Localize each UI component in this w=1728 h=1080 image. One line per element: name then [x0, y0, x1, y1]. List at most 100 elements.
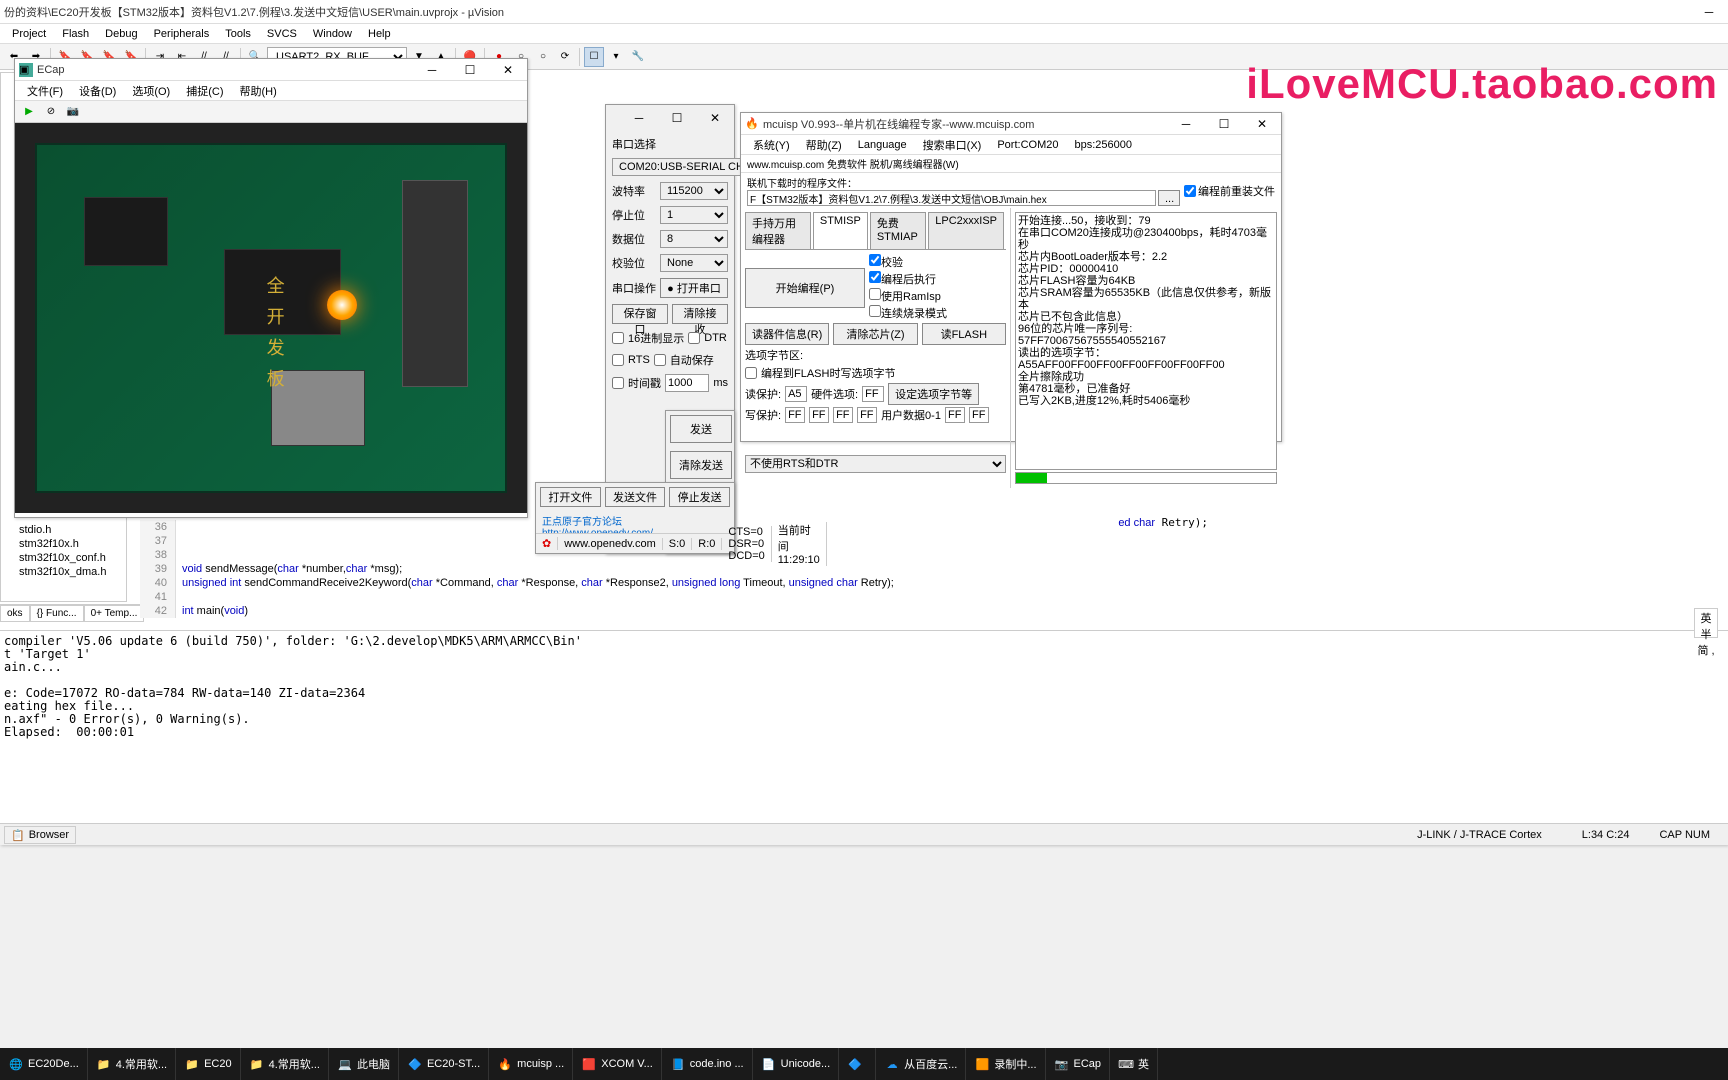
start-prog-button[interactable]: 开始编程(P) [745, 268, 865, 308]
xcom-url[interactable]: www.openedv.com [558, 538, 663, 550]
save-window-button[interactable]: 保存窗口 [612, 304, 668, 324]
ecap-menu-option[interactable]: 选项(O) [124, 81, 178, 101]
ud0[interactable] [945, 407, 965, 423]
taskbar-item-4[interactable]: 💻此电脑 [329, 1048, 399, 1080]
mcuisp-menu-sys[interactable]: 系统(Y) [745, 135, 798, 155]
runafter-checkbox[interactable] [869, 271, 881, 283]
mcuisp-close[interactable]: ✕ [1247, 115, 1277, 133]
build-output[interactable]: compiler 'V5.06 update 6 (build 750)', f… [0, 630, 1728, 825]
tab-stmiap[interactable]: 免费STMIAP [870, 212, 926, 249]
taskbar-item-11[interactable]: ☁从百度云... [876, 1048, 966, 1080]
ecap-menu-file[interactable]: 文件(F) [19, 81, 71, 101]
tab-stmisp[interactable]: STMISP [813, 212, 868, 249]
hw-input[interactable] [862, 386, 884, 402]
xcom-close[interactable]: ✕ [700, 109, 730, 127]
tab-lpc[interactable]: LPC2xxxISP [928, 212, 1004, 249]
xcom-max[interactable]: ☐ [662, 109, 692, 127]
ecap-menu-capture[interactable]: 捕捉(C) [178, 81, 231, 101]
menu-svcs[interactable]: SVCS [259, 26, 305, 42]
taskbar-item-13[interactable]: 📷ECap [1046, 1048, 1111, 1080]
setopt-button[interactable]: 设定选项字节等 [888, 383, 979, 405]
mcuisp-menu-lang[interactable]: Language [850, 137, 915, 153]
menu-peripherals[interactable]: Peripherals [146, 26, 218, 42]
verify-checkbox[interactable] [869, 254, 881, 266]
readflash-button[interactable]: 读FLASH [922, 323, 1006, 345]
ts-checkbox[interactable] [612, 377, 624, 389]
wp2[interactable] [833, 407, 853, 423]
menu-help[interactable]: Help [360, 26, 399, 42]
view2-icon[interactable]: ▾ [606, 47, 626, 67]
tree-dma[interactable]: stm32f10x_dma.h [1, 565, 126, 579]
reload-checkbox[interactable] [1184, 185, 1196, 197]
tab-temp[interactable]: 0+ Temp... [84, 605, 145, 622]
taskbar-item-3[interactable]: 📁4.常用软... [241, 1048, 329, 1080]
stop-send-button[interactable]: 停止发送 [669, 487, 730, 507]
reset-icon[interactable]: ○ [533, 47, 553, 67]
ts-input[interactable] [665, 374, 709, 392]
mcuisp-min[interactable]: ─ [1171, 115, 1201, 133]
browse-button[interactable]: ... [1158, 190, 1180, 206]
baud-select[interactable]: 115200 [660, 182, 728, 200]
wp1[interactable] [809, 407, 829, 423]
step-icon[interactable]: ⟳ [555, 47, 575, 67]
taskbar-item-6[interactable]: 🔥mcuisp ... [489, 1048, 573, 1080]
ime-indicator[interactable]: 英 半 简 , [1694, 608, 1718, 638]
hex-checkbox[interactable] [612, 332, 624, 344]
rp-input[interactable] [785, 386, 807, 402]
xcom-min[interactable]: ─ [624, 109, 654, 127]
menu-window[interactable]: Window [305, 26, 360, 42]
clear-send-button[interactable]: 清除发送 [670, 451, 732, 479]
ecap-max[interactable]: ☐ [455, 61, 485, 79]
taskbar-item-12[interactable]: 🟧录制中... [966, 1048, 1045, 1080]
taskbar-item-7[interactable]: 🟥XCOM V... [573, 1048, 662, 1080]
dtr-checkbox[interactable] [688, 332, 700, 344]
mcuisp-menu-search[interactable]: 搜索串口(X) [915, 135, 990, 155]
ecap-menu-help[interactable]: 帮助(H) [232, 81, 285, 101]
parity-select[interactable]: None [660, 254, 728, 272]
play-icon[interactable]: ▶ [19, 102, 39, 122]
data-select[interactable]: 8 [660, 230, 728, 248]
ecap-close[interactable]: ✕ [493, 61, 523, 79]
ramisp-checkbox[interactable] [869, 288, 881, 300]
cont-checkbox[interactable] [869, 305, 881, 317]
menu-project[interactable]: Project [4, 26, 54, 42]
menu-flash[interactable]: Flash [54, 26, 97, 42]
taskbar-item-8[interactable]: 📘code.ino ... [662, 1048, 753, 1080]
clear-recv-button[interactable]: 清除接收 [672, 304, 728, 324]
dtr-rts-select[interactable]: 不使用RTS和DTR [745, 455, 1006, 473]
rts-checkbox[interactable] [612, 354, 624, 366]
tab-func[interactable]: {} Func... [30, 605, 84, 622]
tab-handheld[interactable]: 手持万用编程器 [745, 212, 811, 249]
mcuisp-menu-help[interactable]: 帮助(Z) [798, 135, 850, 155]
taskbar-item-5[interactable]: 🔷EC20-ST... [399, 1048, 489, 1080]
file-input[interactable] [747, 190, 1156, 206]
wp3[interactable] [857, 407, 877, 423]
send-button[interactable]: 发送 [670, 415, 732, 443]
code-editor[interactable]: ed char Retry); 36 37 38 39void sendMess… [140, 520, 1728, 605]
open-port-button[interactable]: ● 打开串口 [660, 278, 728, 298]
mcuisp-log[interactable]: 开始连接...50，接收到：79 在串口COM20连接成功@230400bps，… [1015, 212, 1277, 470]
tab-books[interactable]: oks [0, 605, 30, 622]
stop2-icon[interactable]: ⊘ [41, 102, 61, 122]
readinfo-button[interactable]: 读器件信息(R) [745, 323, 829, 345]
menu-debug[interactable]: Debug [97, 26, 145, 42]
taskbar-item-14[interactable]: ⌨英 [1110, 1048, 1158, 1080]
browser-tab[interactable]: 📋 Browser [4, 826, 76, 844]
wp0[interactable] [785, 407, 805, 423]
mcuisp-port[interactable]: Port:COM20 [989, 137, 1066, 153]
taskbar-item-1[interactable]: 📁4.常用软... [88, 1048, 176, 1080]
tree-conf[interactable]: stm32f10x_conf.h [1, 551, 126, 565]
autosave-checkbox[interactable] [654, 354, 666, 366]
xcom-settings-icon[interactable]: ✿ [536, 537, 558, 550]
send-file-button[interactable]: 发送文件 [605, 487, 666, 507]
snap-icon[interactable]: 📷 [63, 102, 83, 122]
ecap-menu-device[interactable]: 设备(D) [71, 81, 124, 101]
ecap-min[interactable]: ─ [417, 61, 447, 79]
taskbar-item-9[interactable]: 📄Unicode... [753, 1048, 840, 1080]
view1-icon[interactable]: ☐ [584, 47, 604, 67]
mcuisp-max[interactable]: ☐ [1209, 115, 1239, 133]
mcuisp-bps[interactable]: bps:256000 [1066, 137, 1140, 153]
taskbar-item-2[interactable]: 📁EC20 [176, 1048, 241, 1080]
writeopt-checkbox[interactable] [745, 367, 757, 379]
taskbar-item-10[interactable]: 🔷 [839, 1048, 876, 1080]
